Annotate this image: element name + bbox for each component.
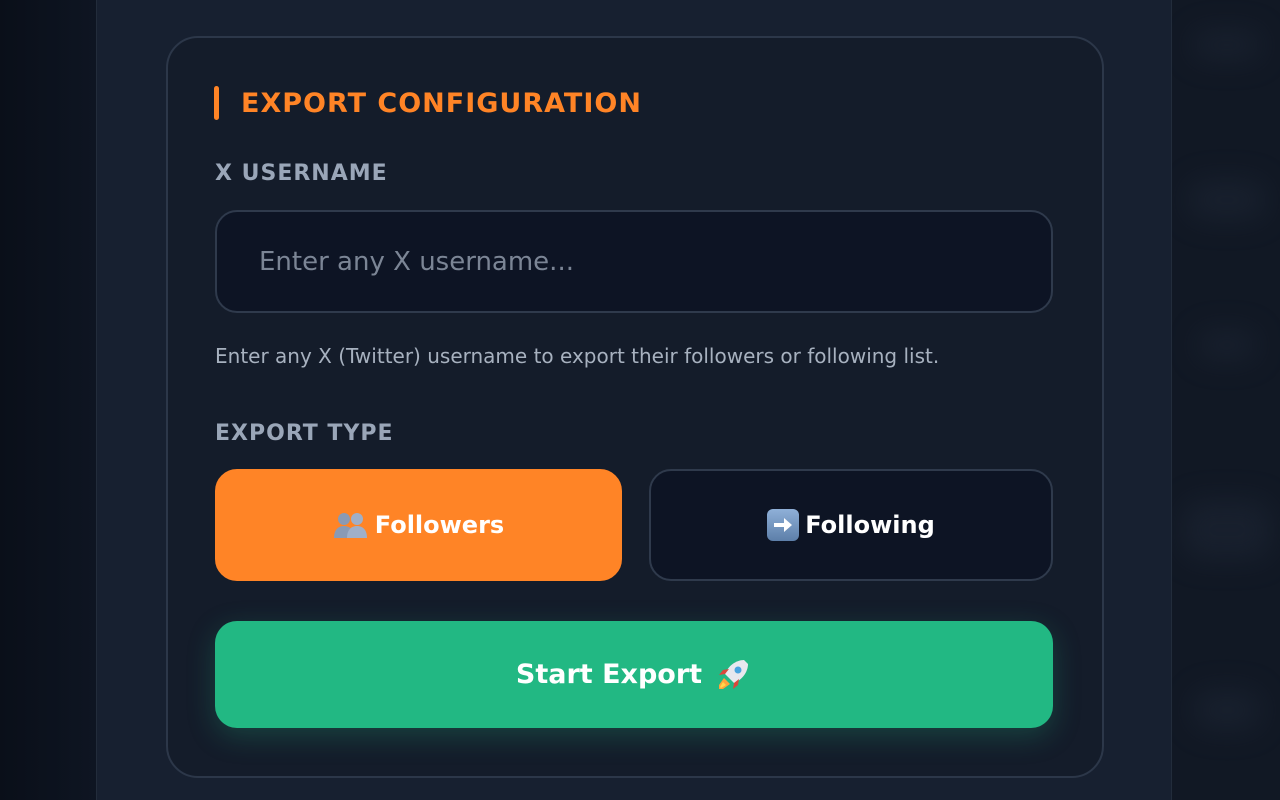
- username-hint: Enter any X (Twitter) username to export…: [215, 344, 940, 368]
- username-label: X USERNAME: [215, 161, 388, 186]
- right-background: [1172, 0, 1280, 800]
- start-export-label: Start Export: [515, 659, 703, 690]
- followers-label: Followers: [374, 511, 505, 539]
- left-background: [0, 0, 96, 800]
- following-label: Following: [805, 511, 935, 539]
- followers-button[interactable]: Followers: [215, 469, 622, 581]
- username-input[interactable]: [215, 210, 1053, 313]
- section-title: EXPORT CONFIGURATION: [241, 87, 642, 119]
- following-button[interactable]: Following: [649, 469, 1053, 581]
- start-export-button[interactable]: Start Export: [215, 621, 1053, 728]
- accent-bar: [214, 86, 219, 120]
- right-arrow-icon: [767, 509, 800, 541]
- people-icon: [333, 511, 369, 539]
- export-type-label: EXPORT TYPE: [215, 421, 394, 446]
- section-header: EXPORT CONFIGURATION: [214, 86, 642, 120]
- rocket-icon: [702, 656, 752, 694]
